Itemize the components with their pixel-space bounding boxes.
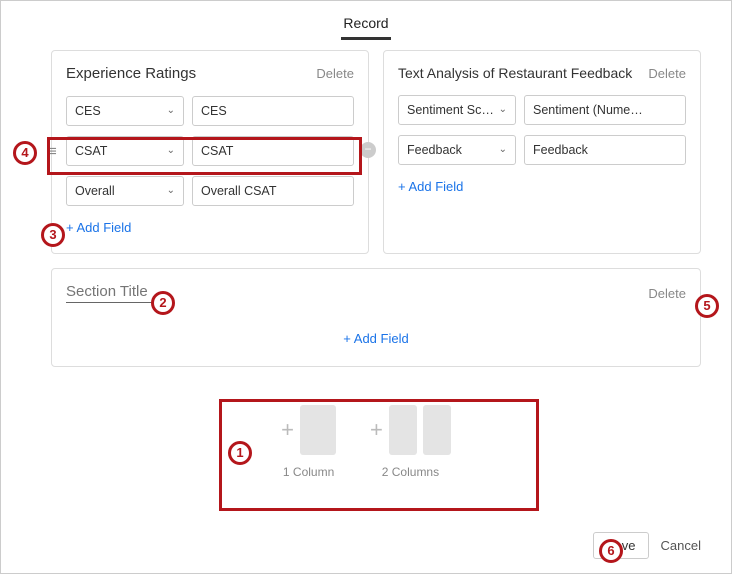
add-field-button[interactable]: + Add Field (398, 175, 463, 194)
plus-icon: + (370, 417, 383, 443)
delete-section-button[interactable]: Delete (648, 66, 686, 81)
field-row: Feedback ⌄ Feedback (398, 135, 686, 165)
tab-bar: Record (1, 1, 731, 40)
section-experience-ratings: Experience Ratings Delete CES ⌄ CES ≡ CS… (51, 50, 369, 254)
plus-icon: + (281, 417, 294, 443)
field-select[interactable]: CSAT ⌄ (66, 136, 184, 166)
select-value: Sentiment Score (407, 96, 497, 124)
layout-label: 2 Columns (370, 465, 451, 479)
section-text-analysis: Text Analysis of Restaurant Feedback Del… (383, 50, 701, 254)
field-label-input[interactable]: CES (192, 96, 354, 126)
field-select[interactable]: Feedback ⌄ (398, 135, 516, 165)
remove-field-icon[interactable]: − (360, 142, 376, 158)
field-select[interactable]: Sentiment Score ⌄ (398, 95, 516, 125)
select-value: CSAT (75, 137, 107, 165)
drag-handle-icon[interactable]: ≡ (48, 143, 57, 160)
annotation-marker-2: 2 (151, 291, 175, 315)
tab-record[interactable]: Record (341, 11, 390, 40)
sections-row: Experience Ratings Delete CES ⌄ CES ≡ CS… (1, 40, 731, 254)
column-shape-icon (389, 405, 417, 455)
add-field-button[interactable]: + Add Field (343, 327, 408, 346)
section-title: Experience Ratings (66, 65, 196, 82)
section-new: Delete + Add Field (51, 268, 701, 367)
select-value: Overall (75, 177, 115, 205)
annotation-marker-1: 1 (228, 441, 252, 465)
delete-section-button[interactable]: Delete (316, 66, 354, 81)
field-label-input[interactable]: Sentiment (Nume… (524, 95, 686, 125)
select-value: CES (75, 97, 101, 125)
add-field-button[interactable]: + Add Field (66, 216, 131, 235)
select-value: Feedback (407, 136, 462, 164)
annotation-marker-6: 6 (599, 539, 623, 563)
field-row: Overall ⌄ Overall CSAT (66, 176, 354, 206)
cancel-button[interactable]: Cancel (661, 538, 701, 553)
field-select[interactable]: Overall ⌄ (66, 176, 184, 206)
field-row: Sentiment Score ⌄ Sentiment (Nume… (398, 95, 686, 125)
field-label-input[interactable]: Overall CSAT (192, 176, 354, 206)
field-row: CES ⌄ CES (66, 96, 354, 126)
field-row-active: ≡ CSAT ⌄ CSAT − (66, 136, 354, 166)
layout-picker: + 1 Column + 2 Columns (206, 391, 526, 501)
add-one-column-section[interactable]: + 1 Column (281, 405, 336, 479)
field-select[interactable]: CES ⌄ (66, 96, 184, 126)
column-shape-icon (423, 405, 451, 455)
chevron-down-icon: ⌄ (167, 137, 175, 165)
field-label-input[interactable]: CSAT (192, 136, 354, 166)
page-frame: Record Experience Ratings Delete CES ⌄ C… (0, 0, 732, 574)
annotation-marker-5: 5 (695, 294, 719, 318)
chevron-down-icon: ⌄ (499, 136, 507, 164)
chevron-down-icon: ⌄ (167, 177, 175, 205)
add-two-column-section[interactable]: + 2 Columns (370, 405, 451, 479)
section-title: Text Analysis of Restaurant Feedback (398, 65, 632, 81)
delete-section-button[interactable]: Delete (648, 286, 686, 301)
chevron-down-icon: ⌄ (167, 97, 175, 125)
annotation-marker-4: 4 (13, 141, 37, 165)
layout-label: 1 Column (281, 465, 336, 479)
chevron-down-icon: ⌄ (499, 96, 507, 124)
field-label-input[interactable]: Feedback (524, 135, 686, 165)
section-title-input[interactable] (66, 283, 162, 303)
column-shape-icon (300, 405, 336, 455)
annotation-marker-3: 3 (41, 223, 65, 247)
